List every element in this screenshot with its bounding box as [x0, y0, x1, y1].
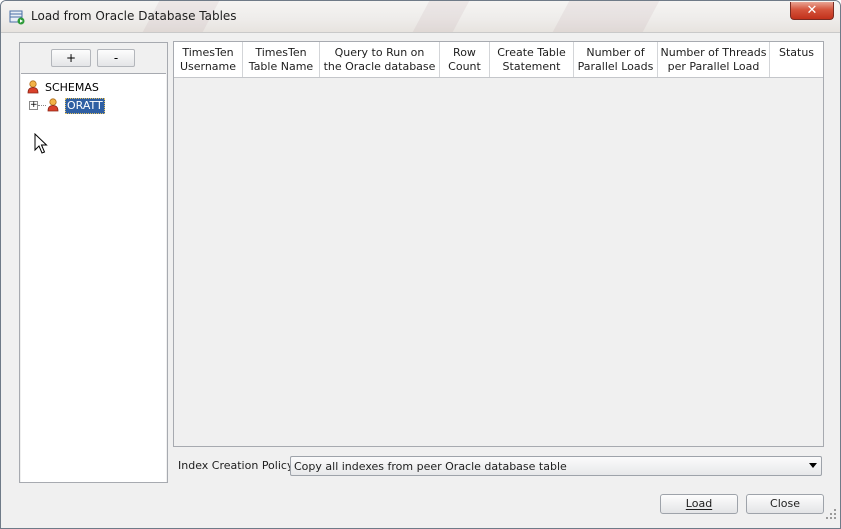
tree-connector: [38, 105, 46, 106]
table-body[interactable]: [174, 78, 823, 446]
column-header-timesten-username[interactable]: TimesTen Username: [174, 42, 243, 77]
column-header-create-table-statement[interactable]: Create Table Statement: [490, 42, 574, 77]
app-table-icon: [9, 10, 25, 25]
column-header-status[interactable]: Status: [770, 42, 823, 77]
tree-node-label[interactable]: ORATT: [65, 98, 105, 114]
load-button[interactable]: Load: [660, 494, 738, 514]
close-button-label: Close: [770, 497, 800, 510]
index-policy-label: Index Creation Policy:: [178, 459, 297, 472]
title-bar-decoration: [412, 1, 470, 32]
window-title: Load from Oracle Database Tables: [31, 9, 237, 23]
window-close-button[interactable]: ✕: [790, 2, 834, 20]
dialog-window: Load from Oracle Database Tables ✕ + - S…: [0, 0, 841, 529]
column-header-threads-per-load[interactable]: Number of Threads per Parallel Load: [658, 42, 770, 77]
schema-user-icon: [47, 98, 59, 112]
title-bar[interactable]: Load from Oracle Database Tables ✕: [1, 1, 840, 33]
schema-user-icon: [27, 80, 39, 94]
close-button[interactable]: Close: [746, 494, 824, 514]
index-policy-dropdown[interactable]: Copy all indexes from peer Oracle databa…: [290, 456, 822, 476]
column-header-query[interactable]: Query to Run on the Oracle database: [320, 42, 440, 77]
dialog-content: + - SCHEMAS + ORATT TimesTen Username Ti…: [2, 33, 839, 522]
title-bar-decoration: [552, 1, 660, 32]
tree-root-label: SCHEMAS: [45, 81, 99, 94]
add-schema-button[interactable]: +: [51, 49, 91, 67]
index-policy-value: Copy all indexes from peer Oracle databa…: [294, 460, 567, 473]
mouse-cursor-icon: [34, 133, 48, 154]
load-button-label: Load: [685, 497, 713, 510]
tree-expand-icon[interactable]: +: [29, 101, 38, 110]
chevron-down-icon: [809, 463, 817, 468]
column-header-parallel-loads[interactable]: Number of Parallel Loads: [574, 42, 658, 77]
tree-node-oratt[interactable]: + ORATT: [29, 97, 159, 114]
column-header-timesten-table-name[interactable]: TimesTen Table Name: [243, 42, 320, 77]
load-tables-table[interactable]: TimesTen Username TimesTen Table Name Quer…: [173, 41, 824, 447]
remove-schema-button[interactable]: -: [97, 49, 135, 67]
resize-grip-icon[interactable]: [826, 509, 836, 519]
table-header: TimesTen Username TimesTen Table Name Quer…: [174, 42, 823, 78]
column-header-row-count[interactable]: Row Count: [440, 42, 490, 77]
schema-tree-panel: + - SCHEMAS + ORATT: [19, 42, 168, 483]
